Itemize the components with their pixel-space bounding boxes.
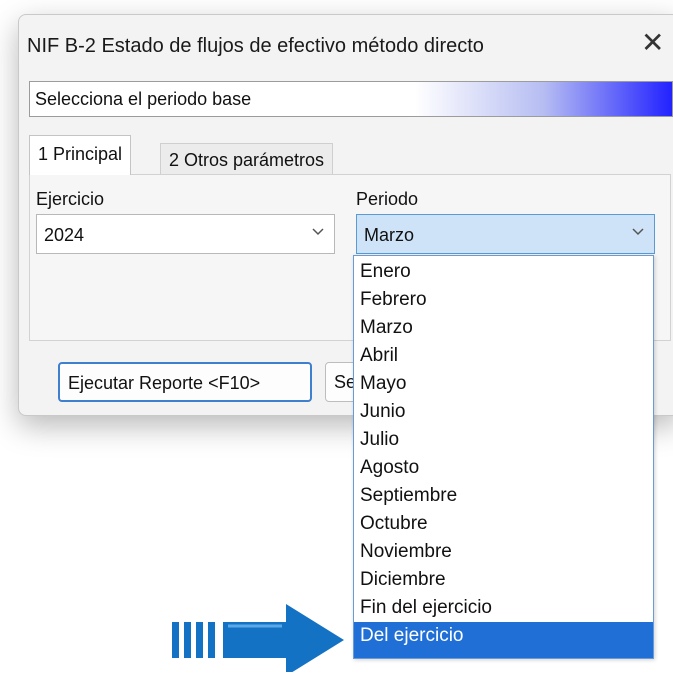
tab-otros-parametros[interactable]: 2 Otros parámetros	[160, 143, 334, 174]
option-febrero[interactable]: Febrero	[354, 286, 653, 314]
option-noviembre[interactable]: Noviembre	[354, 538, 653, 566]
option-del-ejercicio[interactable]: Del ejercicio	[354, 622, 653, 658]
title-bar: NIF B-2 Estado de flujos de efectivo mét…	[19, 15, 673, 73]
periodo-dropdown-list: Enero Febrero Marzo Abril Mayo Junio Jul…	[353, 255, 654, 659]
option-marzo[interactable]: Marzo	[354, 314, 653, 342]
option-fin-del-ejercicio[interactable]: Fin del ejercicio	[354, 594, 653, 622]
close-icon[interactable]: ✕	[641, 29, 664, 57]
chevron-down-icon	[312, 228, 324, 236]
option-mayo[interactable]: Mayo	[354, 370, 653, 398]
ejercicio-value: 2024	[44, 225, 85, 245]
option-julio[interactable]: Julio	[354, 426, 653, 454]
run-report-button[interactable]: Ejecutar Reporte <F10>	[58, 362, 312, 402]
option-enero[interactable]: Enero	[354, 258, 653, 286]
dialog-title: NIF B-2 Estado de flujos de efectivo mét…	[27, 35, 484, 57]
periodo-label: Periodo	[356, 189, 419, 209]
periodo-select[interactable]: Marzo	[356, 214, 655, 254]
option-diciembre[interactable]: Diciembre	[354, 566, 653, 594]
option-septiembre[interactable]: Septiembre	[354, 482, 653, 510]
periodo-value: Marzo	[364, 225, 415, 245]
ejercicio-label: Ejercicio	[36, 189, 105, 209]
tab-principal[interactable]: 1 Principal	[29, 135, 132, 175]
right-arrow-icon	[172, 604, 344, 672]
hint-text: Selecciona el periodo base	[35, 89, 252, 109]
hint-bar: Selecciona el periodo base	[29, 81, 673, 117]
chevron-down-icon	[632, 228, 644, 236]
ejercicio-select[interactable]: 2024	[36, 214, 335, 254]
option-junio[interactable]: Junio	[354, 398, 653, 426]
option-octubre[interactable]: Octubre	[354, 510, 653, 538]
option-abril[interactable]: Abril	[354, 342, 653, 370]
option-agosto[interactable]: Agosto	[354, 454, 653, 482]
